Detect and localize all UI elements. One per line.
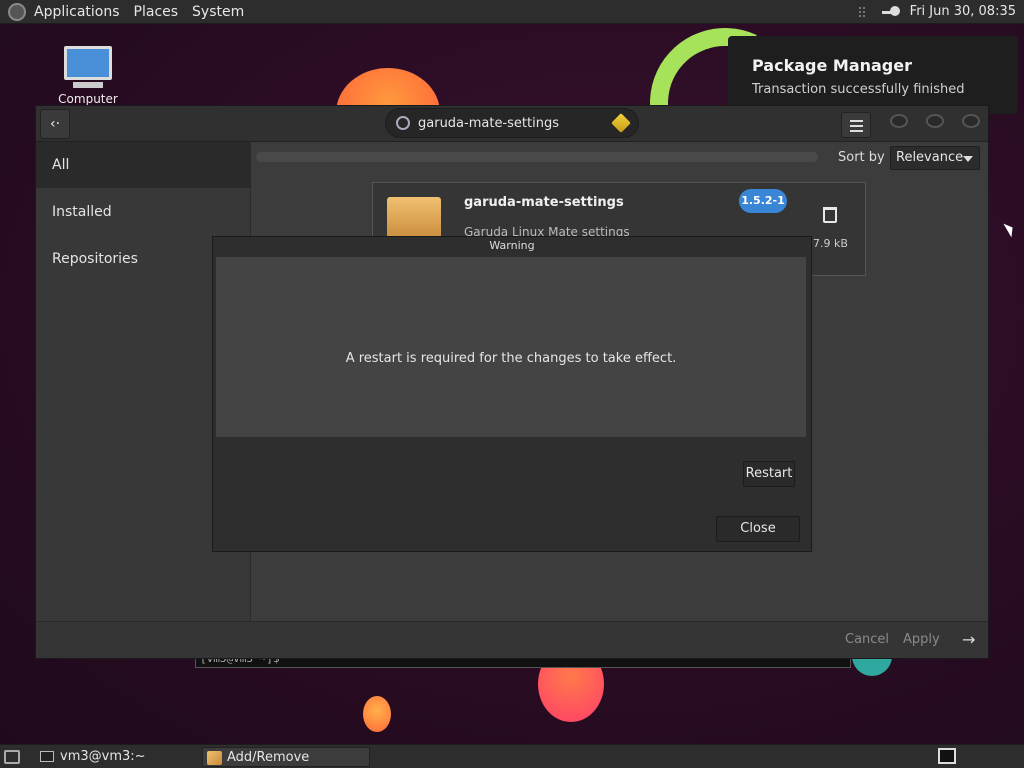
wallpaper-shape bbox=[363, 696, 391, 732]
computer-icon bbox=[64, 46, 112, 80]
dialog-message: A restart is required for the changes to… bbox=[345, 351, 677, 366]
maximize-button[interactable] bbox=[926, 114, 944, 128]
close-window-button[interactable] bbox=[962, 114, 980, 128]
action-bar: Cancel Apply → bbox=[36, 621, 988, 658]
package-name: garuda-mate-settings bbox=[464, 195, 624, 210]
dialog-message-area: A restart is required for the changes to… bbox=[216, 257, 806, 437]
chevron-down-icon bbox=[963, 156, 973, 162]
menu-applications[interactable]: Applications bbox=[34, 4, 120, 20]
sort-value: Relevance bbox=[896, 150, 964, 165]
taskbar: vm3@vm3:~ Add/Remove Software bbox=[0, 744, 1024, 768]
desktop-computer-icon[interactable]: Computer bbox=[58, 46, 118, 106]
header-bar: ‹· garuda-mate-settings bbox=[36, 106, 988, 142]
notification-popup[interactable]: Package Manager Transaction successfully… bbox=[728, 36, 1018, 114]
search-input[interactable]: garuda-mate-settings bbox=[385, 108, 639, 138]
software-icon bbox=[207, 751, 222, 765]
menu-logo-icon[interactable] bbox=[8, 2, 26, 21]
clear-search-icon[interactable] bbox=[611, 113, 631, 133]
menu-places[interactable]: Places bbox=[134, 4, 179, 20]
network-icon[interactable] bbox=[858, 6, 872, 18]
sidebar-item-installed[interactable]: Installed bbox=[36, 189, 250, 235]
taskbar-item-label: vm3@vm3:~ bbox=[60, 749, 146, 764]
dialog-title: Warning bbox=[489, 239, 535, 252]
version-badge: 1.5.2-1 bbox=[739, 189, 787, 213]
next-arrow-icon[interactable]: → bbox=[962, 630, 975, 649]
restart-button[interactable]: Restart bbox=[743, 461, 795, 487]
sidebar-item-all[interactable]: All bbox=[36, 142, 250, 188]
progress-bar bbox=[256, 152, 818, 162]
search-icon bbox=[396, 116, 410, 130]
top-panel: Applications Places System Fri Jun 30, 0… bbox=[0, 0, 1024, 24]
back-arrow-icon: ‹· bbox=[49, 116, 61, 132]
search-value: garuda-mate-settings bbox=[418, 115, 559, 131]
workspace-switcher-icon[interactable] bbox=[938, 748, 956, 764]
hamburger-icon bbox=[850, 120, 863, 122]
package-size: 7.9 kB bbox=[813, 237, 848, 250]
show-desktop-icon[interactable] bbox=[4, 750, 20, 764]
sort-label: Sort by bbox=[838, 150, 885, 165]
panel-clock[interactable]: Fri Jun 30, 08:35 bbox=[910, 4, 1016, 19]
package-icon bbox=[387, 197, 441, 241]
trash-icon[interactable] bbox=[823, 207, 837, 223]
notification-body: Transaction successfully finished bbox=[752, 82, 965, 97]
taskbar-item-label: Add/Remove Software bbox=[227, 750, 310, 765]
menu-system[interactable]: System bbox=[192, 4, 244, 20]
panel-tray: Fri Jun 30, 08:35 bbox=[858, 4, 1016, 19]
apply-button[interactable]: Apply bbox=[903, 632, 940, 647]
cancel-button[interactable]: Cancel bbox=[845, 632, 889, 647]
terminal-icon bbox=[40, 751, 54, 762]
menu-button[interactable] bbox=[841, 112, 871, 138]
warning-dialog: Warning A restart is required for the ch… bbox=[212, 236, 812, 552]
back-button[interactable]: ‹· bbox=[40, 109, 70, 139]
key-icon[interactable] bbox=[881, 5, 900, 16]
notification-title: Package Manager bbox=[752, 56, 912, 75]
taskbar-item-terminal[interactable]: vm3@vm3:~ bbox=[36, 747, 186, 767]
taskbar-item-software[interactable]: Add/Remove Software bbox=[202, 747, 370, 767]
close-button[interactable]: Close bbox=[716, 516, 800, 542]
desktop-icon-label: Computer bbox=[58, 92, 118, 106]
minimize-button[interactable] bbox=[890, 114, 908, 128]
sort-dropdown[interactable]: Relevance bbox=[890, 146, 980, 170]
